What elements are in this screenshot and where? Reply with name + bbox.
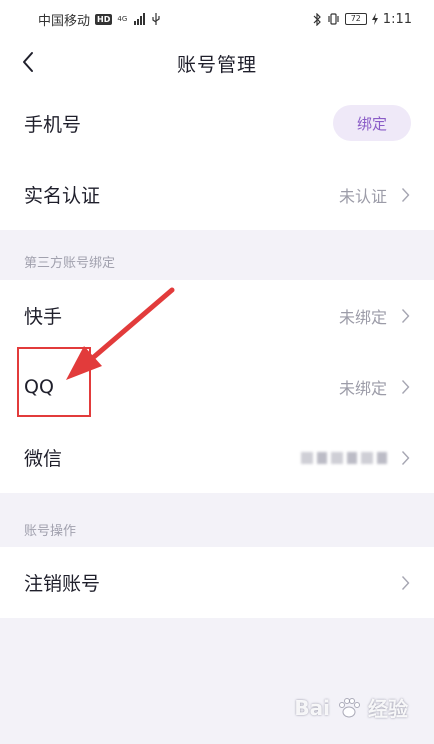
row-delete-account[interactable]: 注销账号 (0, 547, 434, 618)
row-phone: 手机号 绑定 (0, 88, 434, 159)
kuaishou-status: 未绑定 (338, 307, 387, 327)
annotation-highlight-box (17, 347, 91, 417)
signal-icon (134, 13, 146, 25)
status-left: 中国移动 HD 4G (38, 10, 161, 29)
clock-time: 1:11 (382, 11, 412, 27)
vibrate-icon (328, 13, 339, 25)
back-button[interactable] (12, 46, 44, 78)
account-ops-card: 注销账号 (0, 547, 434, 618)
row-label-wechat: 微信 (24, 448, 63, 470)
row-right-kuaishou: 未绑定 (339, 280, 410, 351)
row-right-wechat (301, 422, 410, 493)
watermark-text: Bai (294, 695, 330, 720)
row-right-qq: 未绑定 (339, 351, 410, 422)
row-kuaishou[interactable]: 快手 未绑定 (0, 280, 434, 351)
baidu-watermark: Bai 经验 (294, 693, 408, 722)
watermark-suffix: 经验 (368, 697, 408, 721)
row-right-delete-account (401, 547, 410, 618)
carrier-name: 中国移动 (38, 13, 91, 29)
row-real-name[interactable]: 实名认证 未认证 (0, 159, 434, 230)
qq-status: 未绑定 (338, 378, 387, 398)
section-header-account-ops: 账号操作 (24, 524, 77, 539)
chevron-right-icon (401, 575, 410, 590)
row-wechat[interactable]: 微信 (0, 422, 434, 493)
chevron-right-icon (401, 308, 410, 323)
chevron-right-icon (401, 379, 410, 394)
status-right: 72 1:11 (313, 12, 412, 27)
wechat-account-blurred (301, 451, 387, 464)
section-header-third-party: 第三方账号绑定 (24, 256, 116, 271)
real-name-status: 未认证 (338, 186, 387, 206)
paw-logo-icon (339, 697, 360, 717)
chevron-right-icon (401, 187, 410, 202)
hd-badge: HD (95, 13, 113, 25)
chevron-left-icon (23, 52, 33, 72)
battery-icon: 72 (344, 13, 367, 25)
status-bar: 中国移动 HD 4G 72 1:11 (0, 0, 434, 38)
network-type: 4G (117, 14, 128, 23)
row-label-real-name: 实名认证 (24, 185, 101, 207)
chevron-right-icon (401, 450, 410, 465)
bluetooth-icon (313, 12, 321, 26)
account-card: 手机号 绑定 实名认证 未认证 (0, 88, 434, 230)
page-title: 账号管理 (176, 53, 257, 76)
usb-icon (152, 12, 160, 25)
row-right-real-name: 未认证 (339, 159, 410, 230)
bind-phone-button[interactable]: 绑定 (333, 105, 411, 141)
row-label-phone: 手机号 (24, 114, 82, 136)
row-label-delete-account: 注销账号 (24, 573, 101, 595)
charging-icon (371, 13, 378, 25)
row-label-kuaishou: 快手 (24, 306, 63, 328)
nav-bar: 账号管理 (0, 38, 434, 88)
